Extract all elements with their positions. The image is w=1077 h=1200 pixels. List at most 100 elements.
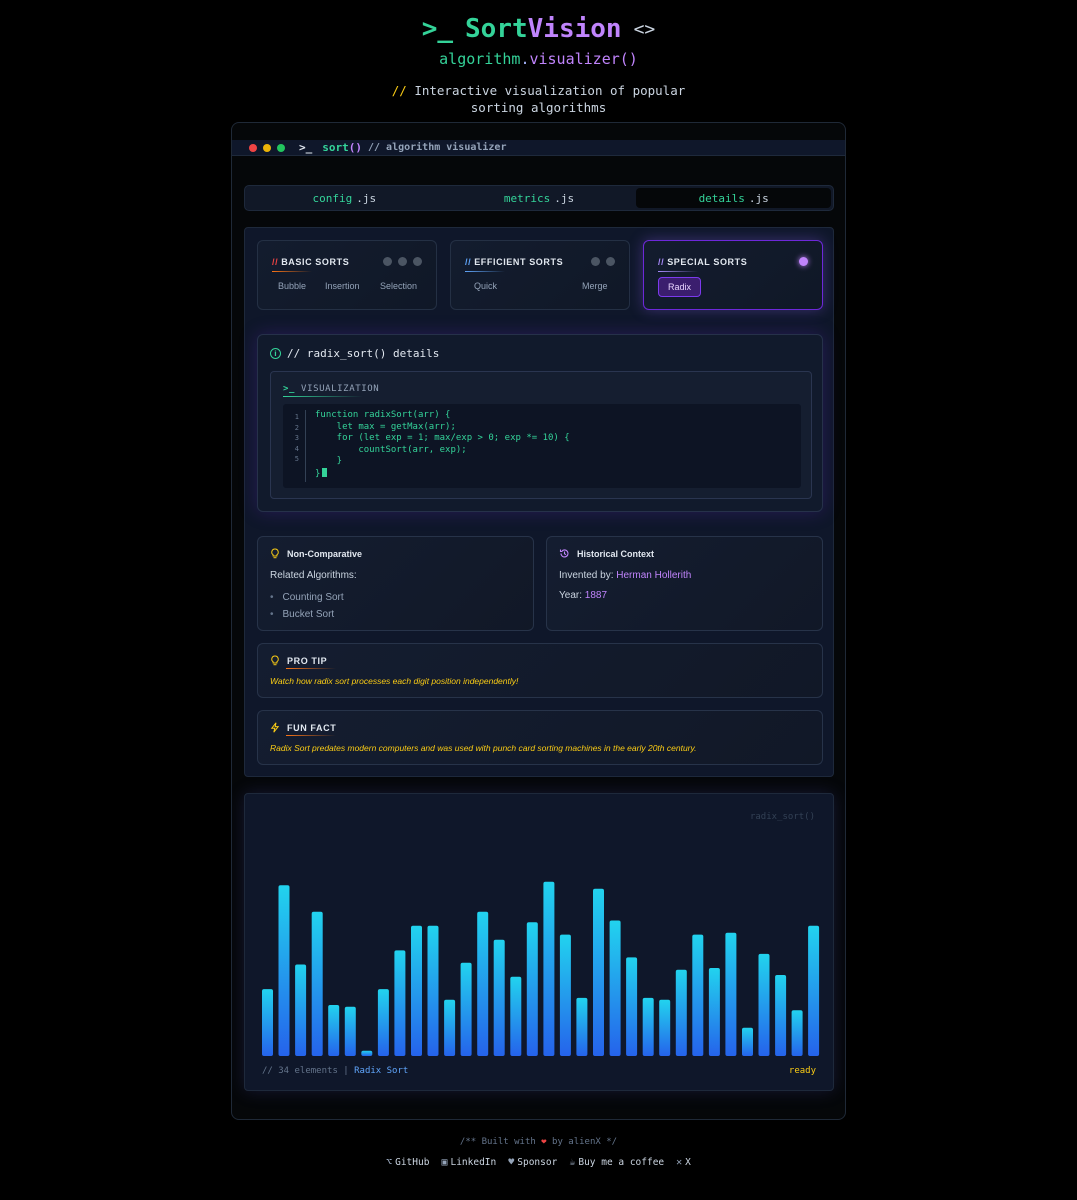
bar-8 (377, 989, 389, 1056)
bar-7 (361, 1050, 373, 1056)
algo-button-merge[interactable]: Merge (582, 281, 608, 291)
desc-line-1: Interactive visualization of popular (414, 83, 686, 98)
page-footer: /** Built with ❤ by alienX */ ⌥ GitHub ▣ L… (0, 1137, 1077, 1168)
link-sponsor[interactable]: ♥ Sponsor (508, 1157, 557, 1168)
built-pre: /** Built with (459, 1137, 536, 1147)
app-title: >_ Sort Vision <> (0, 12, 1077, 46)
link-coffee[interactable]: ☕ Buy me a coffee (569, 1157, 664, 1168)
window-paren: () (348, 141, 362, 154)
bar-3 (295, 964, 307, 1056)
line-number: 3 (294, 434, 299, 443)
category-special-sorts: //SPECIAL SORTS Radix (643, 240, 823, 310)
tab-config-name: config (312, 191, 353, 205)
bar-2 (278, 885, 290, 1056)
line-numbers: 1 2 3 4 5 (287, 412, 299, 465)
algo-button-radix[interactable]: Radix (658, 277, 702, 297)
card-title: Non-Comparative (270, 548, 362, 559)
category-underline (272, 271, 312, 272)
link-label: LinkedIn (450, 1157, 497, 1168)
bar-5 (328, 1005, 340, 1056)
visualization-block: >_ VISUALIZATION 1 2 3 4 5 function radix… (270, 371, 812, 499)
category-indicators (383, 257, 422, 266)
title-vision: Vision (527, 14, 622, 44)
element-count: // 34 elements | (262, 1066, 349, 1076)
year-value: 1887 (584, 590, 608, 601)
bar-19 (559, 934, 571, 1056)
indicator-dot-icon (398, 257, 407, 266)
category-basic-sorts: //BASIC SORTS Bubble Insertion Selection (257, 240, 437, 310)
desc-slash: // (391, 83, 407, 98)
minimize-dot-icon[interactable] (263, 143, 271, 152)
category-indicators (591, 257, 615, 266)
bar-34 (808, 925, 820, 1056)
bar-26 (675, 969, 687, 1056)
category-special-title: //SPECIAL SORTS (658, 257, 747, 267)
bar-15 (493, 939, 505, 1056)
category-title: SPECIAL SORTS (667, 257, 748, 267)
card-fun-fact: FUN FACT Radix Sort predates modern comp… (257, 710, 823, 765)
link-label: Sponsor (517, 1157, 558, 1168)
visualizer-window: >_ sort() // algorithm visualizer config… (231, 122, 846, 1120)
indicator-dot-icon (413, 257, 422, 266)
tip-title: PRO TIP (287, 655, 328, 666)
maximize-dot-icon[interactable] (277, 143, 285, 152)
algo-button-selection[interactable]: Selection (380, 281, 417, 291)
tab-config-ext: .js (356, 191, 377, 205)
heart-icon: ❤ (541, 1137, 547, 1147)
algo-button-quick[interactable]: Quick (474, 281, 497, 291)
tab-details[interactable]: details .js (636, 188, 832, 208)
desc-line-2: sorting algorithms (470, 100, 607, 115)
bar-12 (444, 999, 456, 1056)
bar-6 (344, 1006, 356, 1056)
bar-11 (427, 925, 439, 1056)
algo-button-bubble[interactable]: Bubble (278, 281, 306, 291)
bar-31 (758, 953, 770, 1056)
bar-27 (692, 934, 704, 1056)
tab-metrics-name: metrics (503, 191, 551, 205)
year-line: Year: 1887 (559, 590, 607, 601)
tab-metrics[interactable]: metrics .js (442, 188, 637, 208)
chart-footer-info: // 34 elements | Radix Sort (262, 1066, 408, 1076)
category-underline (465, 271, 505, 272)
bar-chart (262, 881, 820, 1056)
tab-config[interactable]: config .js (247, 188, 442, 208)
visualization-underline (283, 396, 363, 397)
fact-underline (286, 735, 336, 736)
indicator-dot-icon (383, 257, 392, 266)
indicator-dot-icon (606, 257, 615, 266)
bar-17 (526, 922, 538, 1056)
close-dot-icon[interactable] (249, 143, 257, 152)
details-title: // radix_sort() details (287, 347, 440, 360)
line-number: 2 (294, 423, 299, 432)
bar-10 (411, 925, 422, 1056)
link-label: Buy me a coffee (578, 1157, 665, 1168)
link-github[interactable]: ⌥ GitHub (386, 1157, 429, 1168)
tip-text: Watch how radix sort processes each digi… (270, 676, 519, 686)
terminal-icon: >_ (299, 141, 313, 154)
footer-links: ⌥ GitHub ▣ LinkedIn ♥ Sponsor ☕ Buy me a cof… (0, 1157, 1077, 1168)
built-with: /** Built with ❤ by alienX */ (0, 1137, 1077, 1147)
inventor-label: Invented by: (559, 570, 614, 581)
code-icon: <> (633, 18, 656, 40)
bar-9 (394, 950, 406, 1056)
link-linkedin[interactable]: ▣ LinkedIn (441, 1157, 496, 1168)
inventor-line: Invented by: Herman Hollerith (559, 570, 691, 581)
history-icon (559, 549, 569, 558)
algo-button-insertion[interactable]: Insertion (325, 281, 360, 291)
app-header: >_ Sort Vision <> algorithm.visualizer()… (0, 12, 1077, 116)
window-comment: // algorithm visualizer (368, 142, 507, 153)
link-label: GitHub (395, 1157, 430, 1168)
bar-14 (477, 911, 489, 1056)
bar-20 (576, 997, 588, 1056)
year-label: Year: (559, 590, 582, 601)
bar-23 (626, 957, 638, 1056)
bar-22 (609, 920, 621, 1056)
bar-28 (708, 968, 720, 1056)
card-historical-context: Historical Context Invented by: Herman H… (546, 536, 823, 631)
terminal-icon: >_ (283, 384, 296, 394)
list-item: Bucket Sort (270, 606, 344, 623)
lightbulb-icon (271, 655, 279, 666)
fact-title: FUN FACT (287, 722, 337, 733)
card-title: Historical Context (559, 548, 654, 559)
link-x[interactable]: ✕ X (676, 1157, 691, 1168)
